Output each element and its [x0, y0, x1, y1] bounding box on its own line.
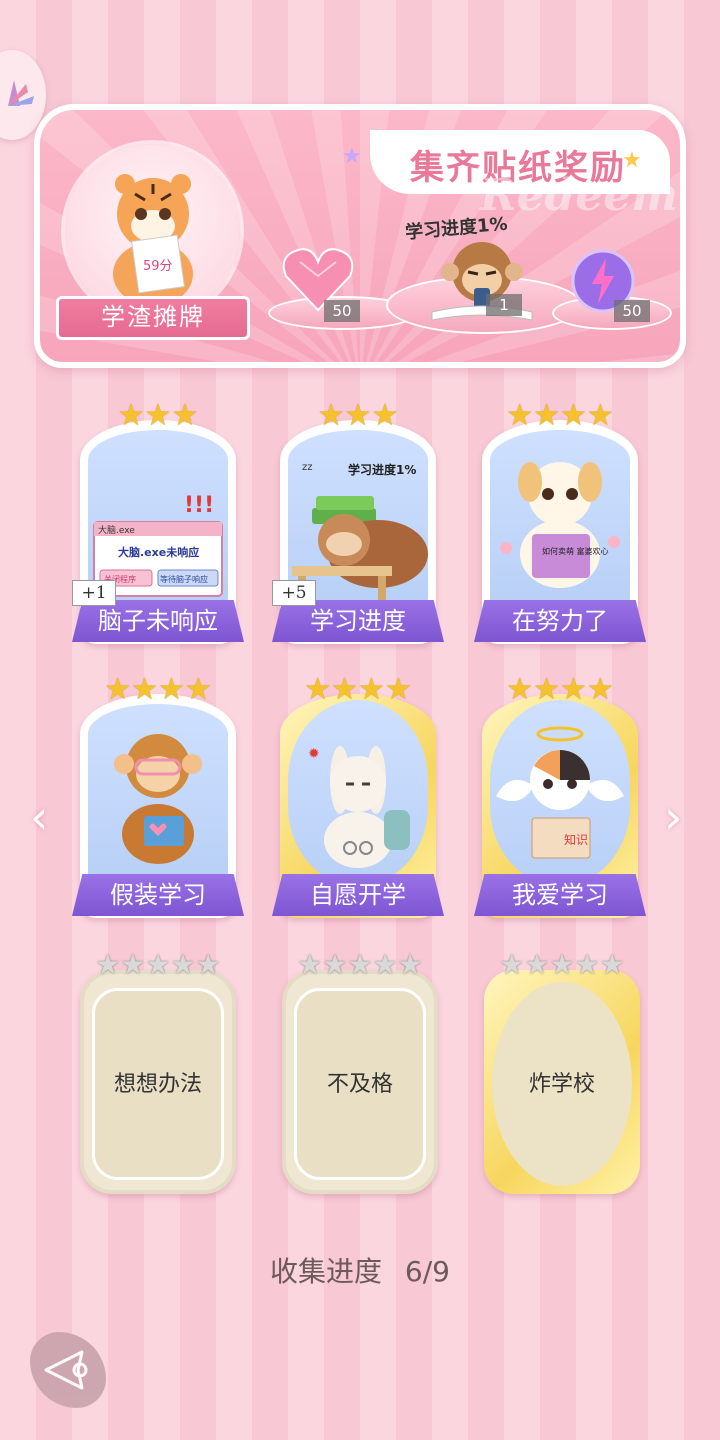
- back-arrow-icon: [44, 1350, 88, 1390]
- card-label: 假装学习: [72, 874, 244, 916]
- locked-sticker-card[interactable]: ★★★★★ 想想办法: [78, 948, 238, 1198]
- card-art-angel-cat: 知识: [490, 700, 630, 886]
- locked-sticker-card[interactable]: ★★★★★ 炸学校: [482, 948, 642, 1198]
- card-label: 在努力了: [474, 600, 646, 642]
- collection-progress: 收集进度 6/9: [0, 1250, 720, 1290]
- svg-text:等待脑子响应: 等待脑子响应: [160, 574, 208, 584]
- star-icon: ★: [342, 144, 362, 169]
- fan-icon: [8, 80, 34, 106]
- card-label: 不及格: [326, 1072, 393, 1097]
- card-stars: ★★★★★: [95, 948, 221, 981]
- card-stars: ★★★★★: [499, 948, 625, 981]
- card-label: 脑子未响应: [72, 600, 244, 642]
- card-stars: ★★★★★: [297, 948, 423, 981]
- prev-page-arrow[interactable]: ‹: [30, 790, 48, 844]
- reward-count: 50: [324, 300, 360, 322]
- tiger-avatar: 59分: [65, 144, 240, 319]
- title-ribbon: 学渣摊牌: [56, 296, 250, 340]
- svg-text:zz: zz: [302, 462, 313, 473]
- progress-value: 6/9: [404, 1255, 450, 1288]
- card-stars: ★★★: [317, 398, 399, 433]
- card-art-bunny-handcuffs: ✹: [288, 700, 428, 886]
- svg-text:✹: ✹: [308, 746, 320, 762]
- back-button[interactable]: [30, 1332, 106, 1408]
- sticker-card[interactable]: ★★★★ 知识 我爱学习: [474, 672, 646, 922]
- card-label: 学习进度: [272, 600, 444, 642]
- svg-text:!!!: !!!: [184, 493, 214, 518]
- card-label: 炸学校: [528, 1072, 595, 1097]
- card-label: 想想办法: [113, 1072, 202, 1097]
- progress-label: 收集进度: [270, 1255, 383, 1288]
- card-label: 自愿开学: [272, 874, 444, 916]
- monkey-sticker-icon: [431, 242, 533, 321]
- card-stars: ★★★★: [506, 398, 614, 433]
- svg-text:59分: 59分: [143, 259, 173, 274]
- card-stars: ★★★: [117, 398, 199, 433]
- svg-text:学习进度1%: 学习进度1%: [348, 462, 416, 477]
- next-page-arrow[interactable]: ›: [664, 790, 682, 844]
- banner-watermark: Redeem: [480, 170, 678, 221]
- sticker-card[interactable]: ★★★★ ✹ 自愿开学: [272, 672, 444, 922]
- sticker-card[interactable]: ★★★ 学习进度1% zz 学习进度 +5: [272, 398, 444, 648]
- locked-sticker-card[interactable]: ★★★★★ 不及格: [280, 948, 440, 1198]
- duplicate-count: +5: [272, 580, 316, 606]
- sticker-card[interactable]: ★★★★ 假装学习: [72, 672, 244, 922]
- reward-count: 1: [486, 294, 522, 316]
- card-label: 我爱学习: [474, 874, 646, 916]
- reward-banner: 集齐贴纸奖励 ★ ★ Redeem 59分 学渣摊牌 50 学习进度1% 1 5…: [34, 104, 686, 368]
- card-stars: ★★★★: [104, 672, 212, 707]
- sticker-card[interactable]: ★★★ !!! 大脑.exe 大脑.exe未响应 关闭程序 等待脑子响应 脑子未…: [72, 398, 244, 648]
- svg-text:大脑.exe未响应: 大脑.exe未响应: [118, 545, 199, 559]
- tiger-icon: 59分: [113, 174, 193, 306]
- svg-text:如何卖萌 富婆欢心: 如何卖萌 富婆欢心: [542, 546, 609, 556]
- card-art-reading-puppy: 如何卖萌 富婆欢心: [490, 430, 630, 606]
- sticker-card[interactable]: ★★★★ 如何卖萌 富婆欢心 在努力了: [474, 398, 646, 648]
- reward-count: 50: [614, 300, 650, 322]
- svg-text:大脑.exe: 大脑.exe: [98, 524, 135, 536]
- svg-text:知识: 知识: [564, 833, 588, 847]
- card-art-reading-monkey: [88, 704, 228, 880]
- duplicate-count: +1: [72, 580, 116, 606]
